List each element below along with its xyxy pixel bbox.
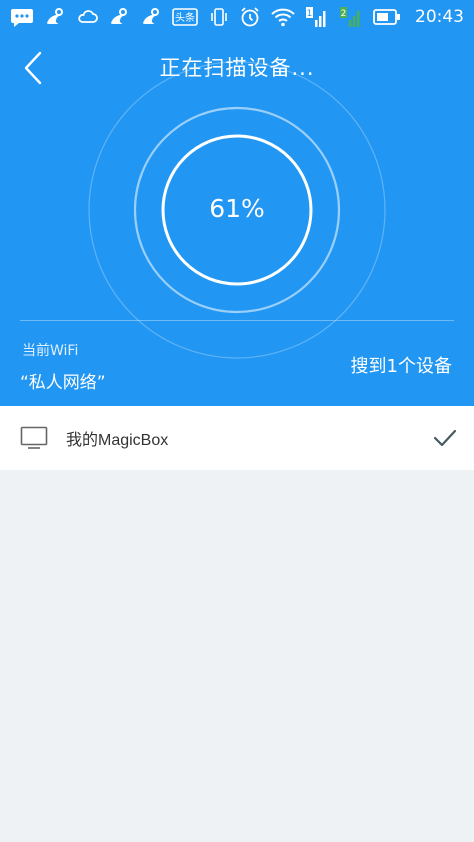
current-wifi-name: “私人网络” bbox=[20, 373, 106, 393]
system-icons: 1 2 20:43 bbox=[209, 6, 464, 28]
uc-browser-icon bbox=[140, 7, 162, 27]
toutiao-icon: 头条 bbox=[172, 7, 198, 27]
divider bbox=[20, 320, 454, 321]
found-device-count: 搜到1个设备 bbox=[350, 356, 452, 377]
notification-icons: 头条 bbox=[10, 7, 198, 27]
tv-icon bbox=[20, 425, 50, 451]
chat-bubble-icon bbox=[10, 7, 34, 27]
toutiao-label: 头条 bbox=[175, 11, 195, 24]
uc-browser-icon bbox=[108, 7, 130, 27]
scan-progress: 61% bbox=[209, 194, 265, 223]
status-bar: 头条 1 2 20:43 bbox=[0, 0, 474, 34]
battery-icon bbox=[373, 8, 401, 26]
sim1-label: 1 bbox=[307, 9, 313, 19]
signal-icon: 1 bbox=[305, 6, 329, 28]
sim2-label: 2 bbox=[341, 9, 347, 19]
clock: 20:43 bbox=[415, 7, 464, 27]
uc-browser-icon bbox=[44, 7, 66, 27]
check-icon[interactable] bbox=[432, 425, 458, 451]
signal-icon: 2 bbox=[339, 6, 363, 28]
empty-content-area bbox=[0, 470, 474, 842]
scan-header: 正在扫描设备... 61% 当前WiFi “私人网络” 搜到1个设备 bbox=[0, 34, 474, 406]
device-list-item[interactable]: 我的MagicBox bbox=[0, 406, 474, 470]
page-title: 正在扫描设备... bbox=[159, 56, 315, 80]
current-wifi-label: 当前WiFi bbox=[22, 343, 79, 359]
weather-icon bbox=[76, 7, 98, 27]
vibrate-icon bbox=[209, 7, 229, 27]
device-name: 我的MagicBox bbox=[66, 432, 169, 449]
wifi-icon bbox=[271, 7, 295, 27]
alarm-icon bbox=[239, 6, 261, 28]
